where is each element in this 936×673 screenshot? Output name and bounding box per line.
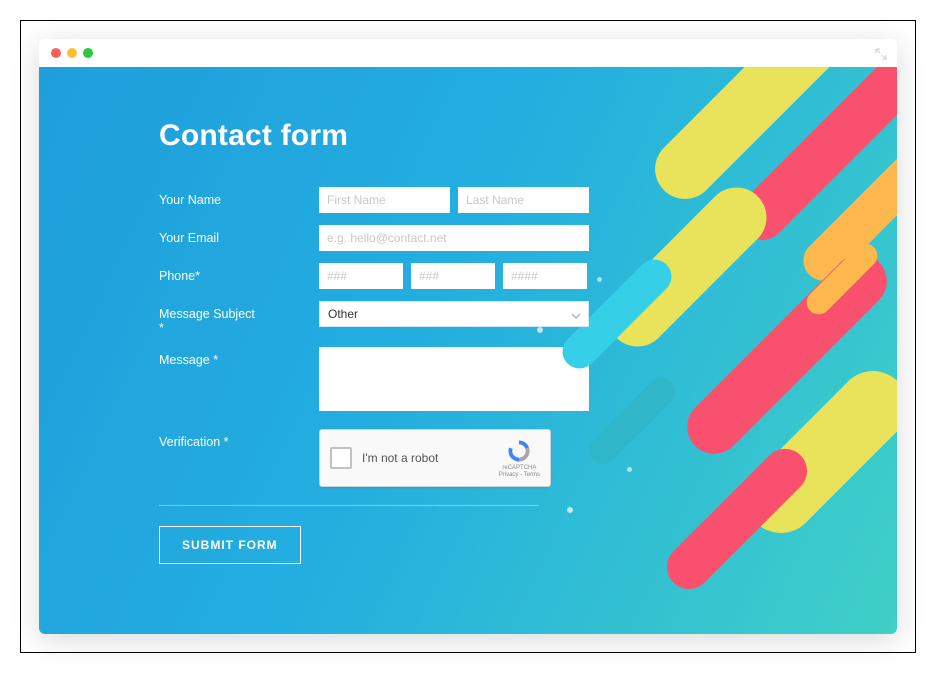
- message-textarea[interactable]: [319, 347, 589, 411]
- traffic-lights: [51, 48, 93, 58]
- name-label: Your Name: [159, 187, 259, 207]
- subject-label: Message Subject *: [159, 301, 259, 335]
- message-label: Message *: [159, 347, 259, 367]
- minimize-icon[interactable]: [67, 48, 77, 58]
- subject-select-wrap: Other: [319, 301, 589, 327]
- recaptcha-logo: reCAPTCHA Privacy - Terms: [499, 438, 540, 478]
- verification-label: Verification *: [159, 429, 259, 449]
- contact-form: Your Name Your Email Phone*: [159, 187, 589, 564]
- page-body: Contact form Your Name Your Email: [39, 67, 897, 634]
- phone-line-input[interactable]: [503, 263, 587, 289]
- email-input[interactable]: [319, 225, 589, 251]
- recaptcha-widget: I'm not a robot reCAPTCHA Privacy - Term…: [319, 429, 551, 487]
- zoom-icon[interactable]: [83, 48, 93, 58]
- recaptcha-label: I'm not a robot: [362, 451, 489, 465]
- fullscreen-icon[interactable]: [875, 47, 887, 59]
- first-name-input[interactable]: [319, 187, 450, 213]
- phone-area-input[interactable]: [319, 263, 403, 289]
- submit-button[interactable]: SUBMIT FORM: [159, 526, 301, 564]
- phone-label: Phone*: [159, 263, 259, 283]
- form-divider: [159, 505, 539, 506]
- subject-select[interactable]: Other: [320, 302, 588, 326]
- page-title: Contact form: [159, 119, 897, 153]
- chevron-down-icon: [570, 309, 582, 321]
- last-name-input[interactable]: [458, 187, 589, 213]
- close-icon[interactable]: [51, 48, 61, 58]
- email-label: Your Email: [159, 225, 259, 245]
- browser-window: Contact form Your Name Your Email: [39, 39, 897, 634]
- titlebar: [39, 39, 897, 67]
- recaptcha-checkbox[interactable]: [330, 447, 352, 469]
- phone-prefix-input[interactable]: [411, 263, 495, 289]
